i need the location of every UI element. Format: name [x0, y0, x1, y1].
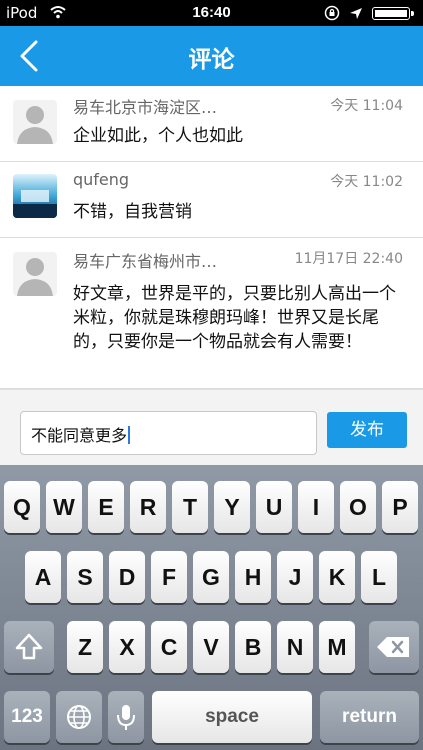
photo-avatar: [13, 174, 57, 218]
key-v[interactable]: V: [193, 621, 229, 673]
key-t[interactable]: T: [172, 481, 208, 533]
key-q[interactable]: Q: [4, 481, 40, 533]
key-m[interactable]: M: [319, 621, 355, 673]
nav-bar: 评论: [0, 26, 423, 86]
key-w[interactable]: W: [46, 481, 82, 533]
comment-text: 不错，自我营销: [73, 202, 192, 222]
key-a[interactable]: A: [25, 551, 61, 603]
delete-key[interactable]: [369, 621, 419, 673]
key-i[interactable]: I: [298, 481, 334, 533]
key-f[interactable]: F: [151, 551, 187, 603]
page-title: 评论: [188, 47, 235, 73]
globe-key[interactable]: [56, 691, 102, 743]
default-avatar: [13, 100, 57, 144]
key-l[interactable]: L: [361, 551, 397, 603]
comment-input[interactable]: 不能同意更多: [20, 411, 317, 455]
comment-item: 易车广东省梅州市… 11月17日 22:40 好文章，世界是平的，只要比别人高出…: [0, 238, 423, 389]
comment-text: 好文章，世界是平的，只要比别人高出一个米粒，你就是珠穆朗玛峰！世界又是长尾的，只…: [73, 284, 396, 352]
key-j[interactable]: J: [277, 551, 313, 603]
default-avatar: [13, 252, 57, 296]
key-e[interactable]: E: [88, 481, 124, 533]
backspace-icon: [377, 637, 409, 657]
comment-list[interactable]: 易车北京市海淀区… 今天 11:04 企业如此，个人也如此 qufeng 今天 …: [0, 86, 423, 389]
microphone-key[interactable]: [108, 691, 144, 743]
comment-time: 11月17日 22:40: [294, 251, 403, 267]
shift-key[interactable]: [4, 621, 54, 673]
numbers-key[interactable]: 123: [4, 691, 50, 743]
key-r[interactable]: R: [130, 481, 166, 533]
comment-input-value: 不能同意更多: [31, 426, 128, 445]
key-n[interactable]: N: [277, 621, 313, 673]
comment-time: 今天 11:02: [330, 174, 403, 190]
comment-item: qufeng 今天 11:02 不错，自我营销: [0, 162, 423, 238]
publish-button[interactable]: 发布: [327, 412, 407, 448]
comment-author: qufeng: [73, 170, 130, 189]
key-z[interactable]: Z: [67, 621, 103, 673]
key-x[interactable]: X: [109, 621, 145, 673]
comment-time: 今天 11:04: [330, 98, 403, 114]
comment-text: 企业如此，个人也如此: [73, 126, 243, 146]
key-h[interactable]: H: [235, 551, 271, 603]
shift-icon: [15, 633, 43, 660]
comment-author: 易车广东省梅州市…: [73, 252, 218, 271]
battery-icon: [372, 7, 414, 20]
text-caret: [128, 426, 131, 444]
microphone-icon: [117, 705, 135, 730]
comment-input-bar: 不能同意更多 发布: [0, 389, 423, 466]
comment-item: 易车北京市海淀区… 今天 11:04 企业如此，个人也如此: [0, 86, 423, 162]
key-y[interactable]: Y: [214, 481, 250, 533]
key-s[interactable]: S: [67, 551, 103, 603]
key-d[interactable]: D: [109, 551, 145, 603]
key-g[interactable]: G: [193, 551, 229, 603]
key-o[interactable]: O: [340, 481, 376, 533]
key-k[interactable]: K: [319, 551, 355, 603]
location-arrow-icon: [350, 8, 362, 19]
space-key[interactable]: space: [152, 691, 312, 743]
globe-icon: [67, 705, 91, 729]
key-u[interactable]: U: [256, 481, 292, 533]
key-c[interactable]: C: [151, 621, 187, 673]
return-key[interactable]: return: [320, 691, 419, 743]
key-b[interactable]: B: [235, 621, 271, 673]
keyboard: Q W E R T Y U I O P A S D F G H J K L Z …: [0, 465, 423, 750]
key-p[interactable]: P: [382, 481, 418, 533]
comment-author: 易车北京市海淀区…: [73, 98, 218, 117]
status-bar: iPod 16:40: [0, 0, 423, 26]
rotation-lock-icon: [324, 5, 340, 21]
